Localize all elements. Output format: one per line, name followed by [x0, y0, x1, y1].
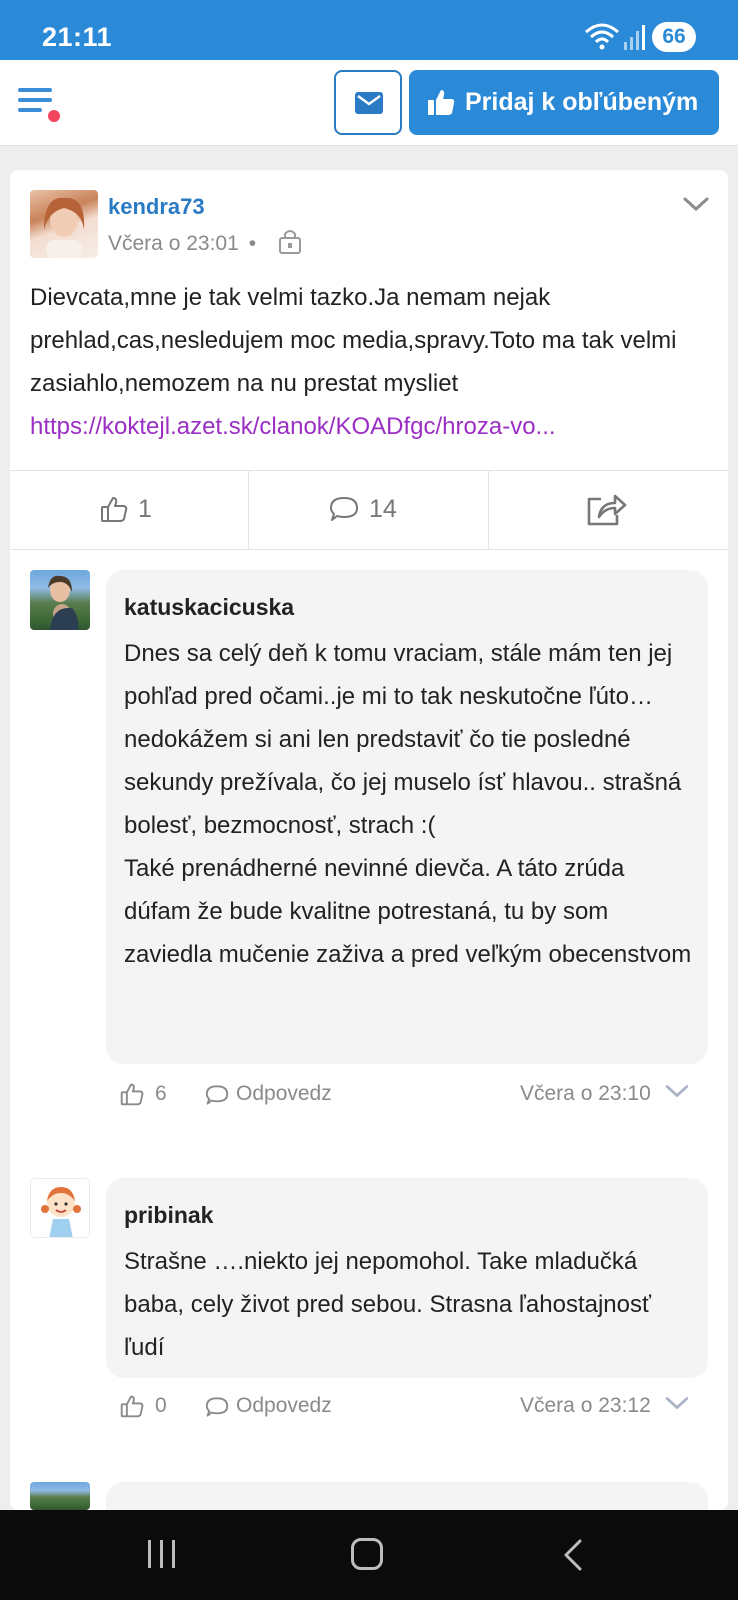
comment-text: Strašne ….niekto jej nepomohol. Take mla… — [124, 1248, 651, 1361]
thumbs-up-icon — [428, 90, 455, 115]
app-header: Pridaj k obľúbeným — [0, 60, 738, 146]
post-body: Dievcata,mne je tak velmi tazko.Ja nemam… — [30, 276, 710, 448]
meta-separator: • — [248, 232, 257, 255]
share-icon — [587, 494, 627, 526]
reply-link[interactable]: Odpovedz — [236, 1394, 332, 1418]
comment-bubble: pribinak Strašne ….niekto jej nepomohol.… — [106, 1178, 708, 1378]
comment-bubble — [106, 1482, 708, 1510]
notification-dot — [46, 108, 62, 124]
comment-like-count: 0 — [155, 1394, 167, 1417]
comment-meta: 0 Odpovedz Včera o 23:12 — [10, 1388, 728, 1428]
post-time: Včera o 23:01 — [108, 232, 239, 255]
comment-count: 14 — [369, 495, 397, 523]
like-count: 1 — [138, 495, 152, 523]
commenter-avatar[interactable] — [30, 570, 90, 630]
share-button[interactable] — [488, 471, 728, 549]
favorite-label: Pridaj k obľúbeným — [465, 88, 699, 116]
post-link[interactable]: https://koktejl.azet.sk/clanok/KOADfgc/h… — [30, 405, 710, 448]
system-nav-bar — [0, 1510, 738, 1600]
reply-icon[interactable] — [204, 1084, 230, 1106]
commenter-avatar[interactable] — [30, 1178, 90, 1238]
post-actions: 1 14 — [10, 470, 728, 550]
commenter-name[interactable]: katuskacicuska — [124, 594, 294, 621]
like-icon — [101, 497, 128, 522]
commenter-name[interactable]: pribinak — [124, 1202, 213, 1229]
comment-like-count: 6 — [155, 1082, 167, 1105]
add-to-favorites-button[interactable]: Pridaj k obľúbeným — [409, 70, 719, 135]
post-meta: Včera o 23:01 • — [108, 232, 266, 256]
messages-button[interactable] — [334, 70, 402, 135]
post-card: kendra73 Včera o 23:01 • Dievcata,mne je … — [10, 170, 728, 1510]
mail-icon — [355, 92, 383, 114]
home-button[interactable] — [351, 1538, 383, 1570]
like-icon[interactable] — [120, 1082, 144, 1106]
status-time: 21:11 — [42, 22, 113, 52]
chevron-down-icon[interactable] — [664, 1082, 690, 1100]
comment-meta: 6 Odpovedz Včera o 23:10 — [10, 1076, 728, 1116]
post-header: kendra73 Včera o 23:01 • — [10, 170, 728, 260]
comment-icon — [330, 497, 358, 521]
post-author-name[interactable]: kendra73 — [108, 194, 205, 220]
lock-icon — [279, 230, 301, 254]
menu-button[interactable] — [16, 82, 64, 124]
comment-bubble: katuskacicuska Dnes sa celý deň k tomu v… — [106, 570, 708, 1064]
author-avatar[interactable] — [30, 190, 98, 258]
recent-apps-button[interactable] — [148, 1540, 178, 1568]
like-button[interactable]: 1 — [10, 471, 248, 549]
chevron-down-icon[interactable] — [664, 1394, 690, 1412]
battery-indicator: 66 — [652, 22, 696, 52]
comments-button[interactable]: 14 — [248, 471, 488, 549]
reply-icon[interactable] — [204, 1396, 230, 1418]
status-bar: 21:11 66 — [0, 0, 738, 60]
back-icon[interactable] — [562, 1538, 584, 1572]
comment-text: Dnes sa celý deň k tomu vraciam, stále m… — [124, 640, 692, 968]
signal-icon — [624, 25, 645, 50]
commenter-avatar[interactable] — [30, 1482, 90, 1510]
like-icon[interactable] — [120, 1394, 144, 1418]
reply-link[interactable]: Odpovedz — [236, 1082, 332, 1106]
comment-time: Včera o 23:10 — [520, 1082, 651, 1105]
post-text: Dievcata,mne je tak velmi tazko.Ja nemam… — [30, 284, 677, 397]
comment-time: Včera o 23:12 — [520, 1394, 651, 1417]
wifi-icon — [585, 23, 619, 50]
chevron-down-icon[interactable] — [682, 194, 710, 214]
